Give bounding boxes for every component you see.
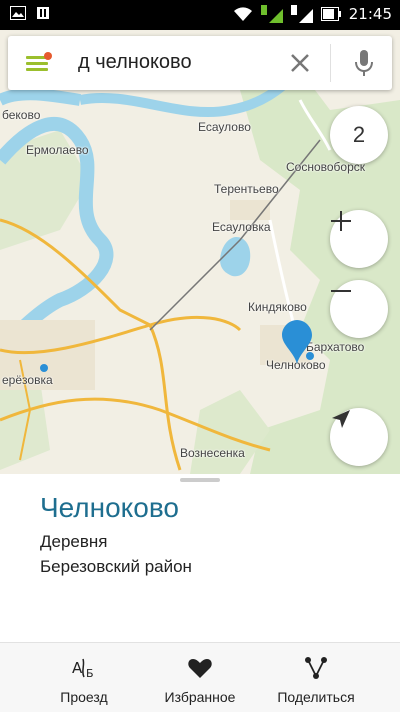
- search-divider: [330, 44, 331, 82]
- search-bar: д челноково: [8, 36, 392, 90]
- favorite-button[interactable]: Избранное: [136, 643, 264, 712]
- place-title: Челноково: [40, 492, 179, 523]
- sheet-handle[interactable]: [180, 478, 220, 482]
- zoom-level-button[interactable]: 2: [330, 106, 388, 164]
- signal-sim1-icon: [260, 5, 283, 23]
- share-icon: [305, 657, 327, 679]
- route-label: Проезд: [60, 689, 108, 705]
- place-dot: [40, 364, 48, 372]
- location-pin-icon[interactable]: [282, 320, 312, 364]
- signal-sim2-icon: [290, 5, 313, 23]
- svg-text:Б: Б: [86, 667, 94, 680]
- map-view[interactable]: беково Есаулово Ермолаево Сосновоборск Т…: [0, 30, 400, 474]
- zoom-level-value: 2: [352, 122, 366, 147]
- clear-search-button[interactable]: [286, 49, 314, 77]
- place-label: Киндяково: [248, 300, 307, 314]
- status-bar: 21:45: [0, 0, 400, 30]
- place-type: Деревня: [40, 532, 108, 551]
- minus-icon: [331, 290, 351, 292]
- plus-icon: [331, 211, 351, 231]
- search-input[interactable]: д челноково: [78, 51, 192, 74]
- menu-button[interactable]: [22, 50, 54, 76]
- place-card[interactable]: Челноково Деревня Березовский район AБ П…: [0, 474, 400, 712]
- voice-search-button[interactable]: [350, 48, 378, 78]
- place-label: Терентьево: [214, 182, 279, 196]
- route-icon: AБ: [72, 658, 94, 680]
- place-label: Есауловка: [212, 220, 271, 234]
- place-label: Вознесенка: [180, 446, 245, 460]
- image-notification-icon: [10, 6, 26, 20]
- place-label: Есаулово: [198, 120, 251, 134]
- close-icon: [291, 54, 309, 72]
- share-button[interactable]: Поделиться: [252, 643, 380, 712]
- action-bar: AБ Проезд Избранное Поделиться: [0, 642, 400, 712]
- my-location-button[interactable]: [330, 408, 388, 466]
- status-time: 21:45: [348, 5, 392, 23]
- place-label: беково: [2, 108, 41, 122]
- heart-icon: [188, 659, 212, 678]
- share-label: Поделиться: [277, 689, 355, 705]
- svg-text:A: A: [72, 659, 83, 677]
- place-region: Березовский район: [40, 557, 192, 576]
- place-label: Ермолаево: [26, 143, 89, 157]
- zoom-out-button[interactable]: [330, 280, 388, 338]
- place-label: Бархатово: [306, 340, 365, 354]
- route-button[interactable]: AБ Проезд: [20, 643, 148, 712]
- navigation-arrow-icon: [332, 410, 350, 428]
- zoom-in-button[interactable]: [330, 210, 388, 268]
- wifi-icon: [233, 7, 252, 21]
- favorite-label: Избранное: [164, 689, 236, 705]
- pause-notification-icon: [37, 7, 49, 19]
- battery-icon: [320, 7, 341, 21]
- place-label: ерёзовка: [2, 373, 53, 387]
- notification-dot-icon: [44, 52, 52, 60]
- microphone-icon: [355, 50, 373, 76]
